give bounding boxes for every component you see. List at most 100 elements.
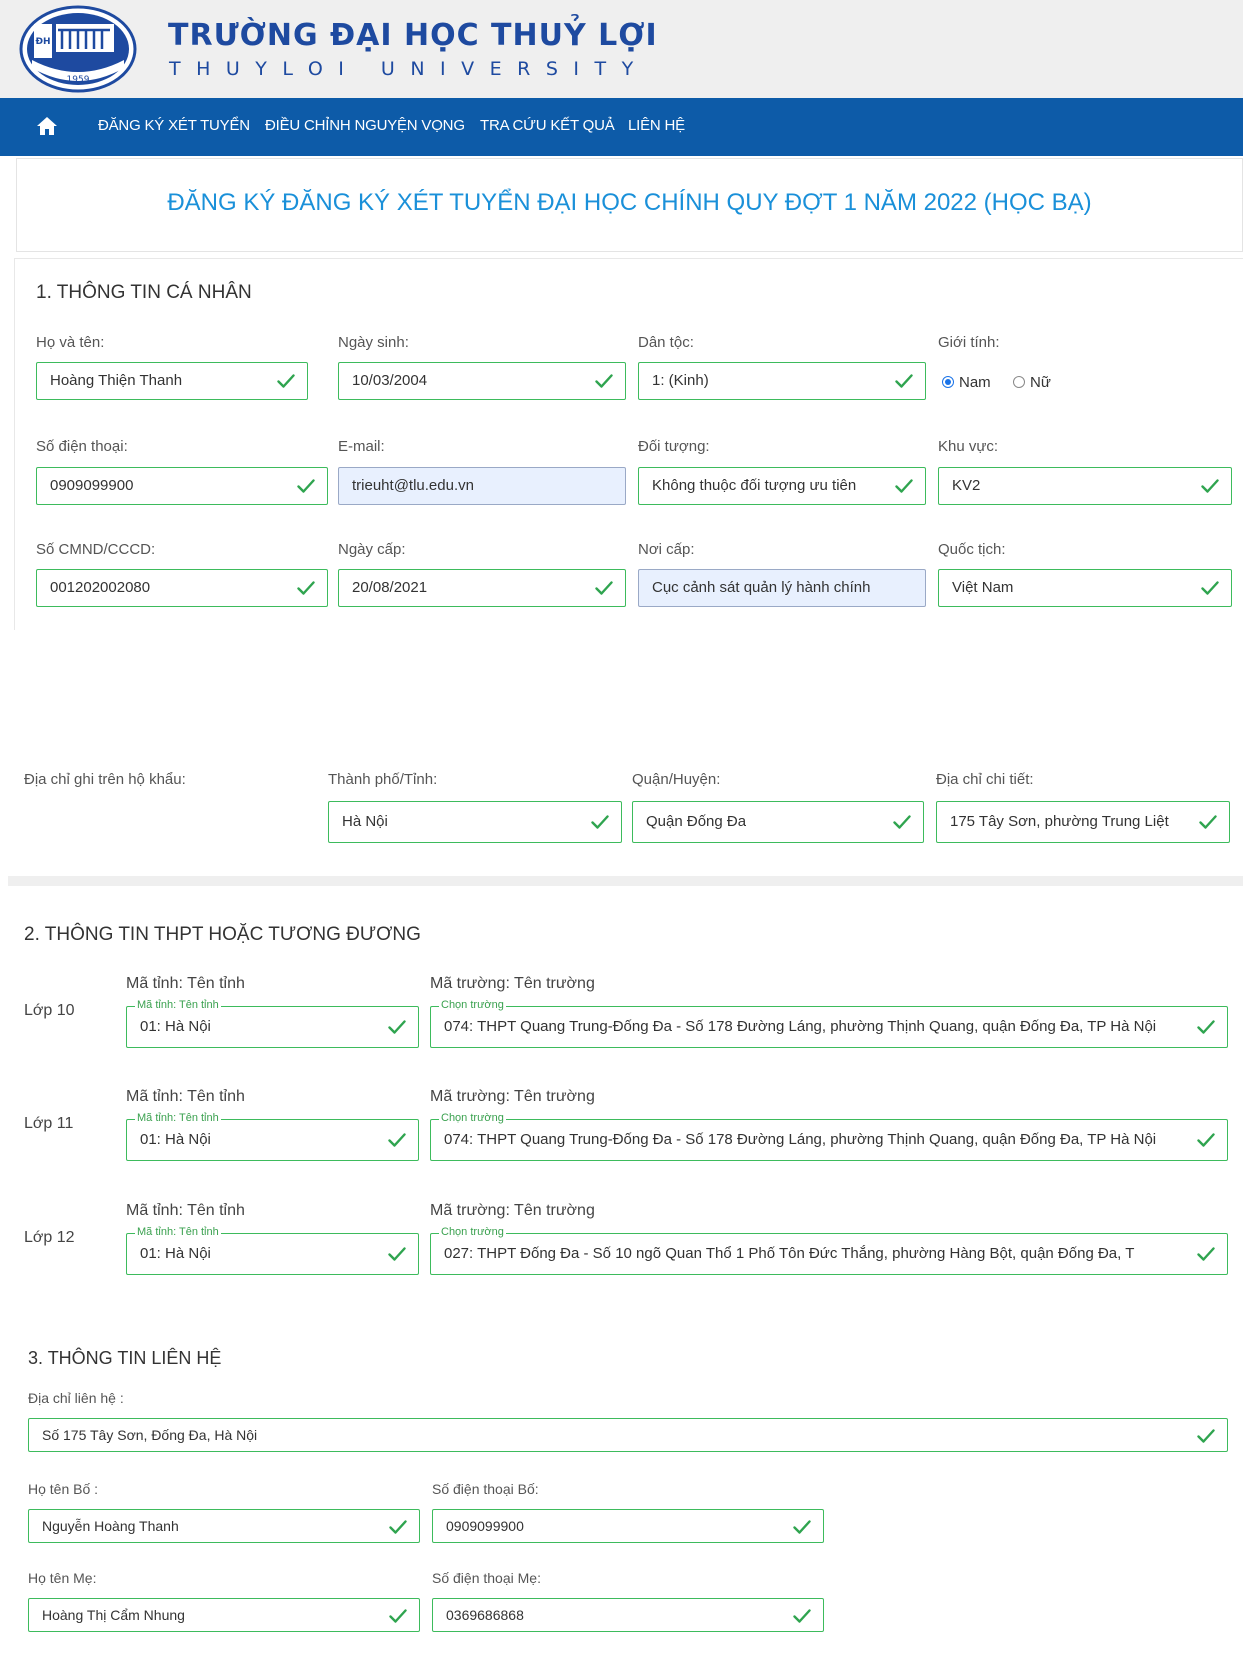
grade-12-school-value: 027: THPT Đống Đa - Số 10 ngõ Quan Thổ 1…	[444, 1245, 1135, 1262]
home-icon[interactable]	[36, 116, 58, 136]
area-label: Khu vực:	[938, 438, 999, 455]
area-select[interactable]: KV2	[938, 467, 1232, 505]
logo-year: 1959	[67, 75, 90, 85]
school-legend: Chọn trường	[439, 1226, 506, 1238]
check-icon	[595, 580, 613, 596]
check-icon	[297, 580, 315, 596]
mother-phone-label: Số điện thoại Mẹ:	[432, 1570, 541, 1586]
gender-radio-group: Nam Nữ	[942, 374, 1051, 391]
fullname-value: Hoàng Thiện Thanh	[50, 372, 183, 389]
school-legend: Chọn trường	[439, 1112, 506, 1124]
phone-value: 0909099900	[50, 477, 134, 494]
issue-date-label: Ngày cấp:	[338, 541, 406, 558]
grade-12-province-select[interactable]: Mã tỉnh: Tên tỉnh 01: Hà Nội	[126, 1226, 419, 1275]
email-field[interactable]: trieuht@tlu.edu.vn	[338, 467, 626, 505]
object-select[interactable]: Không thuộc đối tượng ưu tiên	[638, 467, 926, 505]
check-icon	[388, 1132, 406, 1148]
mother-name-value: Hoàng Thị Cẩm Nhung	[42, 1607, 185, 1623]
site-header: ĐH 1959 TRƯỜNG ĐẠI HỌC THUỶ LỢI THUYLOI …	[0, 0, 1243, 98]
check-icon	[1199, 814, 1217, 830]
province-label: Mã tỉnh: Tên tỉnh	[126, 1202, 245, 1219]
address-detail-field[interactable]: 175 Tây Sơn, phường Trung Liệt	[936, 801, 1230, 843]
check-icon	[388, 1019, 406, 1035]
check-icon	[591, 814, 609, 830]
district-value: Quận Đống Đa	[646, 813, 747, 830]
nav-item-contact[interactable]: LIÊN HỆ	[628, 117, 685, 134]
grade-11-province-value: 01: Hà Nội	[140, 1131, 211, 1148]
school-label: Mã trường: Tên trường	[430, 975, 595, 992]
province-legend: Mã tỉnh: Tên tỉnh	[135, 1112, 221, 1124]
grade-10-school-select[interactable]: Chọn trường 074: THPT Quang Trung-Đống Đ…	[430, 999, 1228, 1048]
check-icon	[1197, 1246, 1215, 1262]
school-label: Mã trường: Tên trường	[430, 1088, 595, 1105]
gender-radio-male[interactable]	[942, 376, 954, 388]
province-legend: Mã tỉnh: Tên tỉnh	[135, 999, 221, 1011]
id-number-value: 001202002080	[50, 579, 151, 596]
address-detail-label: Địa chỉ chi tiết:	[936, 771, 1034, 788]
address-detail-value: 175 Tây Sơn, phường Trung Liệt	[950, 813, 1169, 830]
object-value: Không thuộc đối tượng ưu tiên	[652, 477, 857, 494]
check-icon	[1197, 1428, 1215, 1444]
ethnicity-select[interactable]: 1: (Kinh)	[638, 362, 926, 400]
check-icon	[1197, 1132, 1215, 1148]
issue-date-field[interactable]: 20/08/2021	[338, 569, 626, 607]
issue-date-value: 20/08/2021	[352, 579, 428, 596]
phone-field[interactable]: 0909099900	[36, 467, 328, 505]
university-logo[interactable]: ĐH 1959	[18, 4, 138, 94]
city-value: Hà Nội	[342, 813, 388, 830]
mother-phone-field[interactable]: 0369686868	[432, 1598, 824, 1632]
father-name-field[interactable]: Nguyễn Hoàng Thanh	[28, 1509, 420, 1543]
main-nav: ĐĂNG KÝ XÉT TUYỂN ĐIỀU CHỈNH NGUYỆN VỌNG…	[0, 98, 1243, 156]
section-divider	[8, 876, 1243, 886]
province-label: Mã tỉnh: Tên tỉnh	[126, 975, 245, 992]
school-label: Mã trường: Tên trường	[430, 1202, 595, 1219]
dob-label: Ngày sinh:	[338, 334, 409, 351]
district-label: Quận/Huyện:	[632, 771, 721, 788]
father-phone-value: 0909099900	[446, 1518, 524, 1534]
grade-10-label: Lớp 10	[24, 1002, 75, 1019]
grade-10-province-select[interactable]: Mã tỉnh: Tên tỉnh 01: Hà Nội	[126, 999, 419, 1048]
city-label: Thành phố/Tỉnh:	[328, 771, 438, 788]
city-select[interactable]: Hà Nội	[328, 801, 622, 843]
check-icon	[895, 373, 913, 389]
ethnicity-value: 1: (Kinh)	[652, 372, 709, 389]
gender-radio-female[interactable]	[1013, 376, 1026, 388]
dob-value: 10/03/2004	[352, 372, 428, 389]
father-name-value: Nguyễn Hoàng Thanh	[42, 1518, 179, 1534]
fullname-field[interactable]: Hoàng Thiện Thanh	[36, 362, 308, 400]
section-school-title: 2. THÔNG TIN THPT HOẶC TƯƠNG ĐƯƠNG	[24, 924, 421, 945]
check-icon	[1197, 1019, 1215, 1035]
gender-option-female[interactable]: Nữ	[1030, 374, 1051, 391]
gender-label: Giới tính:	[938, 334, 1000, 351]
grade-12-province-value: 01: Hà Nội	[140, 1245, 211, 1262]
dob-field[interactable]: 10/03/2004	[338, 362, 626, 400]
contact-address-label: Địa chỉ liên hệ :	[28, 1390, 124, 1406]
email-value: trieuht@tlu.edu.vn	[352, 477, 474, 494]
nav-item-adjust[interactable]: ĐIỀU CHỈNH NGUYỆN VỌNG	[265, 117, 465, 134]
nav-item-results[interactable]: TRA CỨU KẾT QUẢ	[480, 117, 615, 134]
grade-11-province-select[interactable]: Mã tỉnh: Tên tỉnh 01: Hà Nội	[126, 1112, 419, 1161]
object-label: Đối tượng:	[638, 438, 710, 455]
id-number-field[interactable]: 001202002080	[36, 569, 328, 607]
nav-item-register[interactable]: ĐĂNG KÝ XÉT TUYỂN	[98, 117, 250, 134]
nationality-select[interactable]: Việt Nam	[938, 569, 1232, 607]
issue-place-field[interactable]: Cục cảnh sát quản lý hành chính	[638, 569, 926, 607]
check-icon	[1201, 580, 1219, 596]
grade-12-school-select[interactable]: Chọn trường 027: THPT Đống Đa - Số 10 ng…	[430, 1226, 1228, 1275]
ethnicity-label: Dân tộc:	[638, 334, 694, 351]
phone-label: Số điện thoại:	[36, 438, 128, 455]
school-legend: Chọn trường	[439, 999, 506, 1011]
email-label: E-mail:	[338, 438, 385, 455]
check-icon	[793, 1608, 811, 1624]
grade-11-label: Lớp 11	[24, 1115, 74, 1132]
grade-11-school-select[interactable]: Chọn trường 074: THPT Quang Trung-Đống Đ…	[430, 1112, 1228, 1161]
gender-option-male[interactable]: Nam	[959, 374, 991, 391]
district-select[interactable]: Quận Đống Đa	[632, 801, 924, 843]
father-phone-field[interactable]: 0909099900	[432, 1509, 824, 1543]
issue-place-label: Nơi cấp:	[638, 541, 695, 558]
contact-address-field[interactable]: Số 175 Tây Sơn, Đống Đa, Hà Nội	[28, 1418, 1228, 1452]
section-personal-title: 1. THÔNG TIN CÁ NHÂN	[36, 282, 252, 303]
grade-12-label: Lớp 12	[24, 1229, 75, 1246]
address-label: Địa chỉ ghi trên hộ khẩu:	[24, 771, 186, 788]
mother-name-field[interactable]: Hoàng Thị Cẩm Nhung	[28, 1598, 420, 1632]
